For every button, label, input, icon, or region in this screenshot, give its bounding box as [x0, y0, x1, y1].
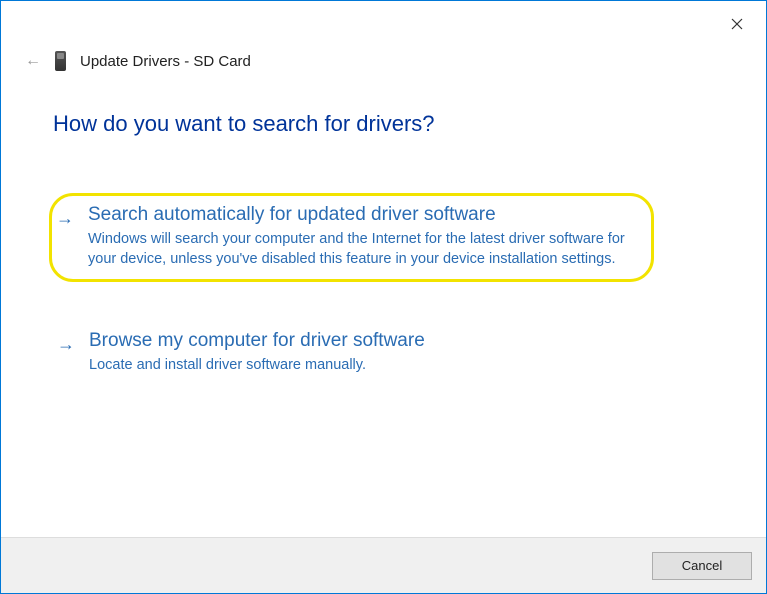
back-arrow-icon[interactable]: ← — [25, 52, 41, 70]
option-content: Browse my computer for driver software L… — [89, 330, 700, 376]
footer-bar: Cancel — [1, 537, 766, 593]
arrow-right-icon: → — [56, 208, 74, 229]
main-content: How do you want to search for drivers? →… — [1, 71, 766, 386]
close-button[interactable] — [722, 9, 752, 39]
device-icon — [55, 51, 66, 71]
cancel-button[interactable]: Cancel — [652, 552, 752, 580]
option-title: Browse my computer for driver software — [89, 330, 700, 352]
dialog-title: Update Drivers - SD Card — [80, 53, 251, 70]
arrow-right-icon: → — [57, 334, 75, 355]
option-description: Windows will search your computer and th… — [88, 230, 637, 269]
option-title: Search automatically for updated driver … — [88, 204, 637, 226]
option-search-automatically[interactable]: → Search automatically for updated drive… — [49, 193, 654, 282]
option-description: Locate and install driver software manua… — [89, 356, 700, 376]
titlebar — [1, 1, 766, 41]
header-row: ← Update Drivers - SD Card — [1, 51, 766, 71]
question-heading: How do you want to search for drivers? — [53, 111, 714, 137]
option-content: Search automatically for updated driver … — [88, 204, 637, 269]
option-browse-computer[interactable]: → Browse my computer for driver software… — [53, 322, 714, 386]
close-icon — [731, 18, 743, 30]
